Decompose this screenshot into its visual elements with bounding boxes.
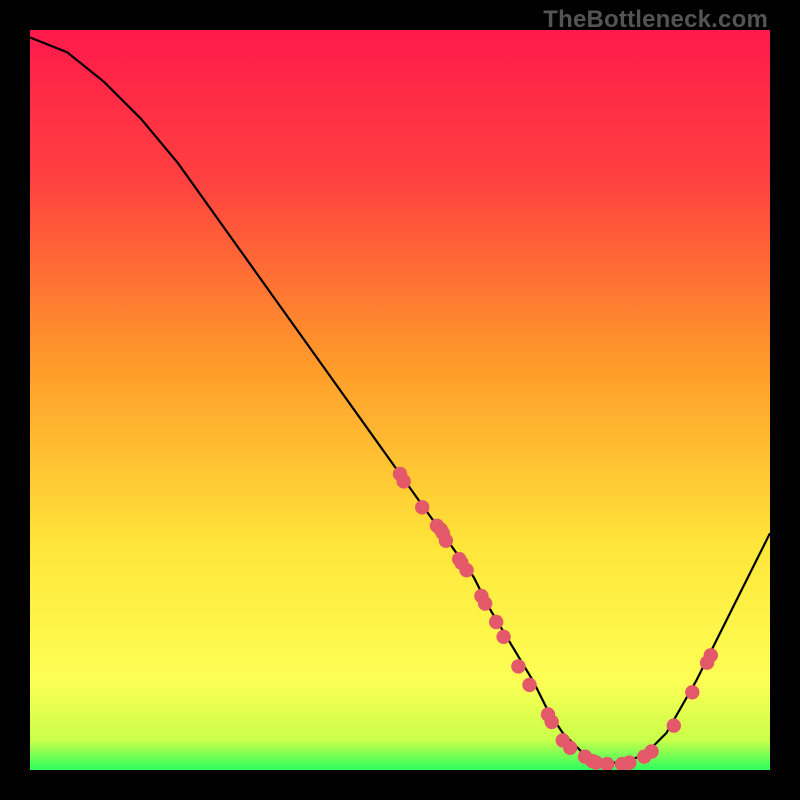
scatter-point: [439, 533, 453, 547]
scatter-point: [415, 500, 429, 514]
scatter-point: [545, 715, 559, 729]
scatter-point: [397, 474, 411, 488]
scatter-point: [511, 659, 525, 673]
scatter-point: [622, 755, 636, 769]
scatter-point: [563, 741, 577, 755]
scatter-point: [496, 630, 510, 644]
scatter-point: [459, 563, 473, 577]
chart-background: [30, 30, 770, 770]
watermark-text: TheBottleneck.com: [543, 6, 768, 34]
scatter-point: [704, 648, 718, 662]
scatter-point: [522, 678, 536, 692]
scatter-point: [489, 615, 503, 629]
chart-svg: [30, 30, 770, 770]
scatter-point: [667, 718, 681, 732]
scatter-point: [478, 596, 492, 610]
chart-frame: [30, 30, 770, 770]
scatter-point: [644, 744, 658, 758]
scatter-point: [685, 685, 699, 699]
